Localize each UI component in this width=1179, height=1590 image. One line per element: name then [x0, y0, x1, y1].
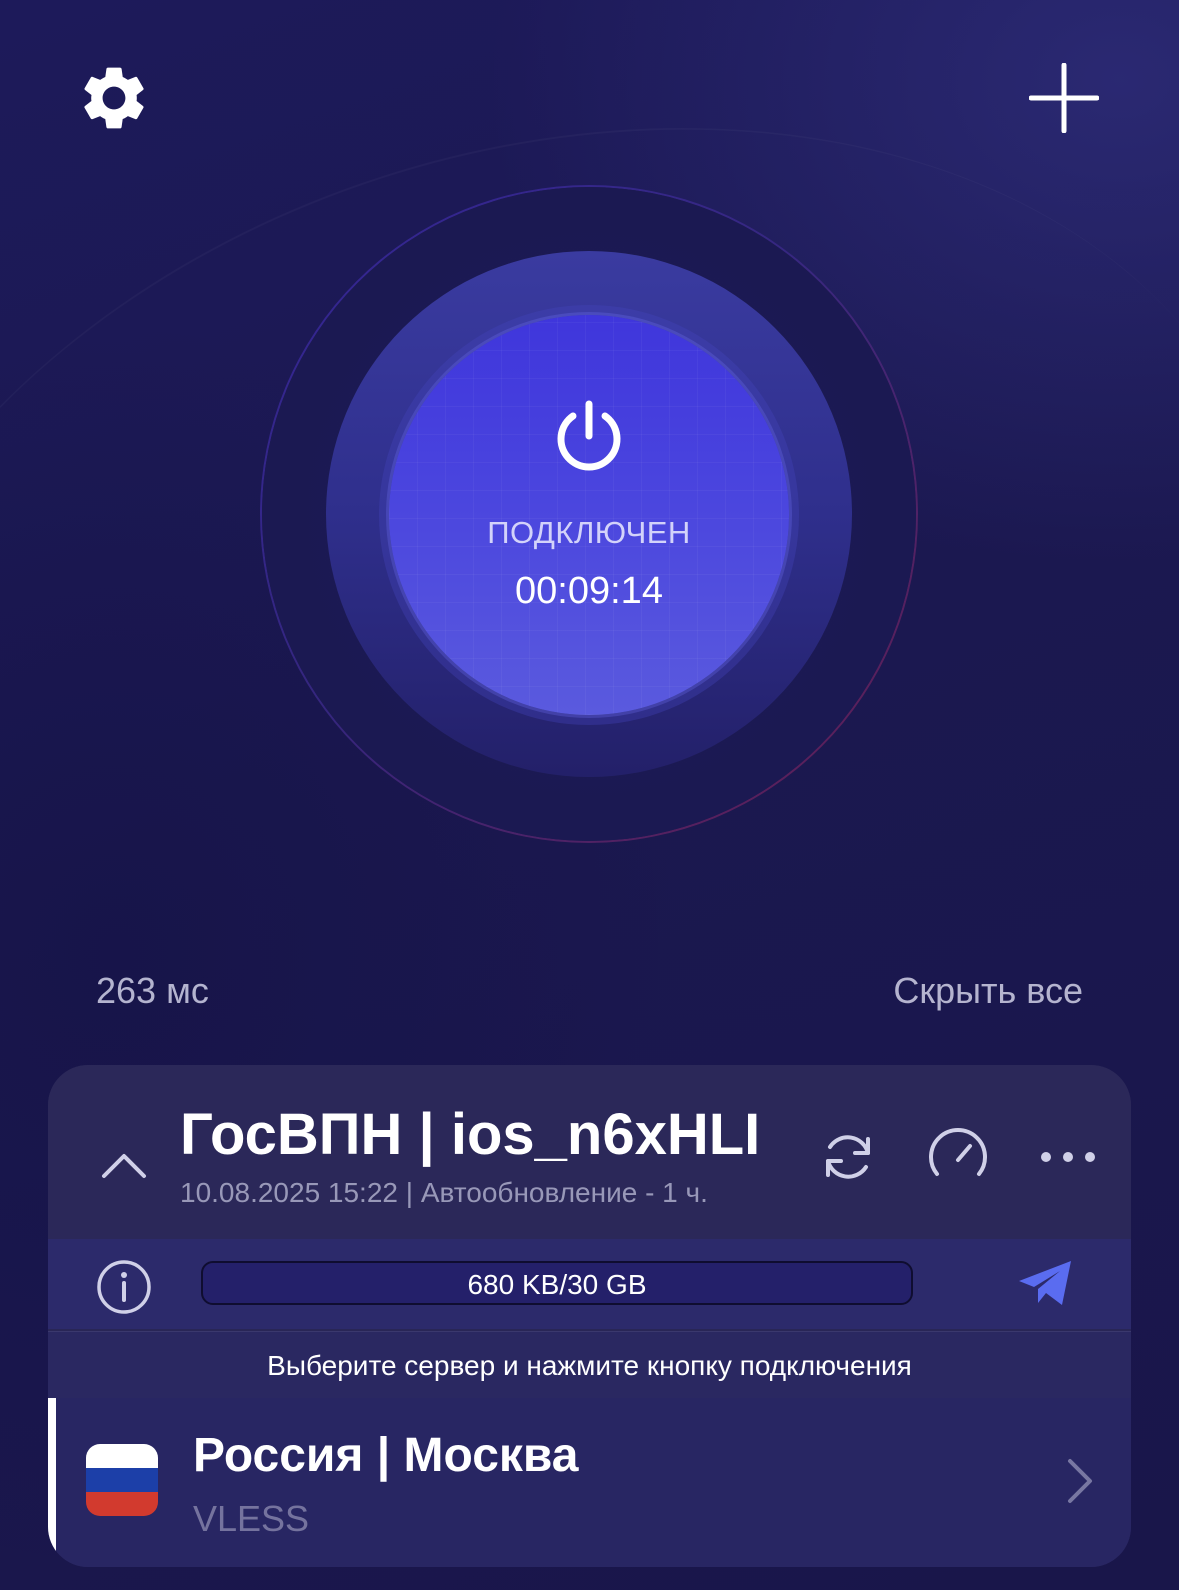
subscription-card: ГосВПН | ios_n6xHLI 10.08.2025 15:22 | А…: [48, 1065, 1131, 1567]
refresh-button[interactable]: [810, 1119, 886, 1195]
refresh-icon: [826, 1135, 870, 1179]
plus-icon: [1029, 63, 1099, 133]
telegram-icon[interactable]: [1016, 1259, 1076, 1309]
connect-hint: Выберите сервер и нажмите кнопку подключ…: [267, 1350, 912, 1381]
speedtest-button[interactable]: [920, 1119, 996, 1195]
connection-status: ПОДКЛЮЧЕН: [487, 515, 691, 550]
settings-button[interactable]: [74, 58, 154, 138]
connection-timer: 00:09:14: [515, 570, 663, 612]
traffic-label: 680 KB/30 GB: [467, 1269, 647, 1300]
hide-all-button[interactable]: Скрыть все: [893, 970, 1083, 1012]
selected-indicator: [48, 1398, 56, 1567]
hint-row: Выберите сервер и нажмите кнопку подключ…: [48, 1331, 1131, 1398]
info-icon[interactable]: [96, 1259, 152, 1315]
traffic-progress-bar: 680 KB/30 GB: [201, 1261, 913, 1305]
connect-button[interactable]: ПОДКЛЮЧЕН 00:09:14: [389, 315, 789, 715]
more-button[interactable]: [1030, 1119, 1106, 1195]
power-icon: [557, 400, 621, 471]
server-protocol: VLESS: [193, 1498, 310, 1539]
russia-flag-icon: [86, 1444, 158, 1516]
server-item[interactable]: Россия | Москва VLESS: [48, 1398, 1131, 1567]
speedometer-icon: [929, 1128, 987, 1176]
flag-stripe-red: [86, 1492, 158, 1516]
subscription-meta: 10.08.2025 15:22 | Автообновление - 1 ч.: [180, 1177, 708, 1208]
subscription-name: ГосВПН | ios_n6xHLI: [180, 1102, 761, 1167]
chevron-right-icon: [1068, 1459, 1092, 1503]
chevron-up-icon: [102, 1154, 146, 1178]
traffic-row: 680 KB/30 GB: [48, 1239, 1131, 1329]
server-name: Россия | Москва: [193, 1429, 579, 1482]
collapse-button[interactable]: [96, 1145, 152, 1185]
add-button[interactable]: [1024, 58, 1104, 138]
subscription-header: ГосВПН | ios_n6xHLI 10.08.2025 15:22 | А…: [48, 1065, 1131, 1239]
flag-stripe-white: [86, 1444, 158, 1468]
flag-stripe-blue: [86, 1468, 158, 1492]
more-dots-icon: [1041, 1152, 1095, 1162]
gear-icon: [84, 67, 144, 129]
ping-value: 263 мс: [96, 970, 209, 1011]
